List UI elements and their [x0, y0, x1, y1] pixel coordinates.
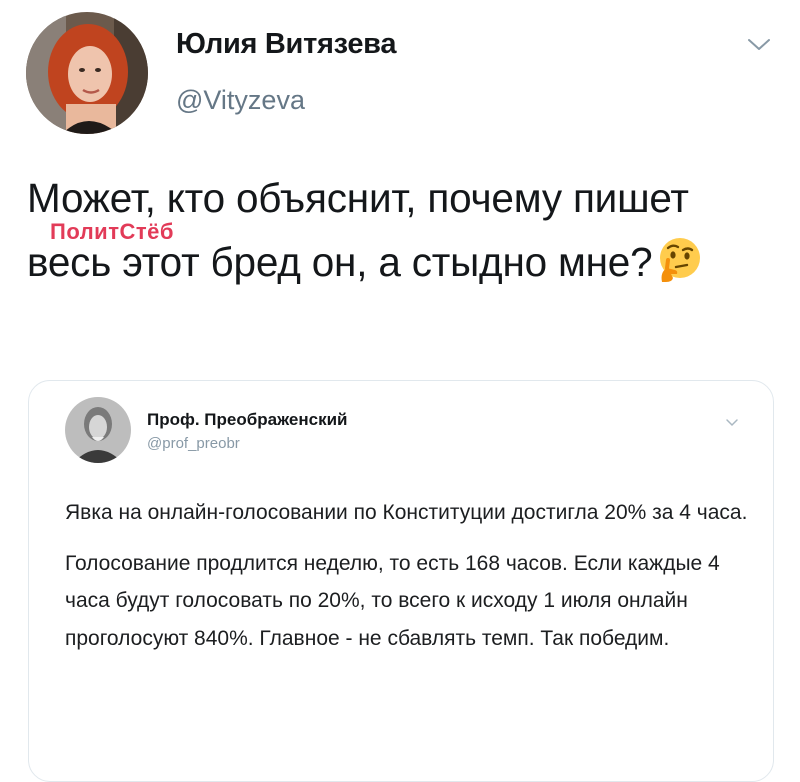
chevron-down-icon[interactable]: [746, 34, 772, 54]
chevron-down-icon[interactable]: [725, 417, 739, 427]
watermark-label: ПолитСтёб: [50, 219, 174, 244]
author-handle[interactable]: @Vityzeva: [176, 85, 305, 116]
thinking-face-icon: [660, 238, 701, 282]
quoted-author-avatar[interactable]: [65, 397, 131, 463]
quoted-paragraph: Голосование продлится неделю, то есть 16…: [65, 551, 720, 650]
tweet-card: Юлия Витязева @Vityzeva Может, кто объяс…: [0, 0, 800, 782]
quoted-tweet[interactable]: Проф. Преображенский @prof_preobr Явка н…: [28, 380, 774, 782]
quoted-display-name[interactable]: Проф. Преображенский: [147, 410, 348, 430]
author-display-name[interactable]: Юлия Витязева: [176, 28, 396, 61]
quoted-paragraph: Явка на онлайн-голосовании по Конституци…: [65, 501, 748, 524]
quoted-tweet-body: Явка на онлайн-голосовании по Конституци…: [65, 494, 755, 657]
author-avatar[interactable]: [26, 12, 148, 134]
quoted-handle[interactable]: @prof_preobr: [147, 435, 240, 452]
